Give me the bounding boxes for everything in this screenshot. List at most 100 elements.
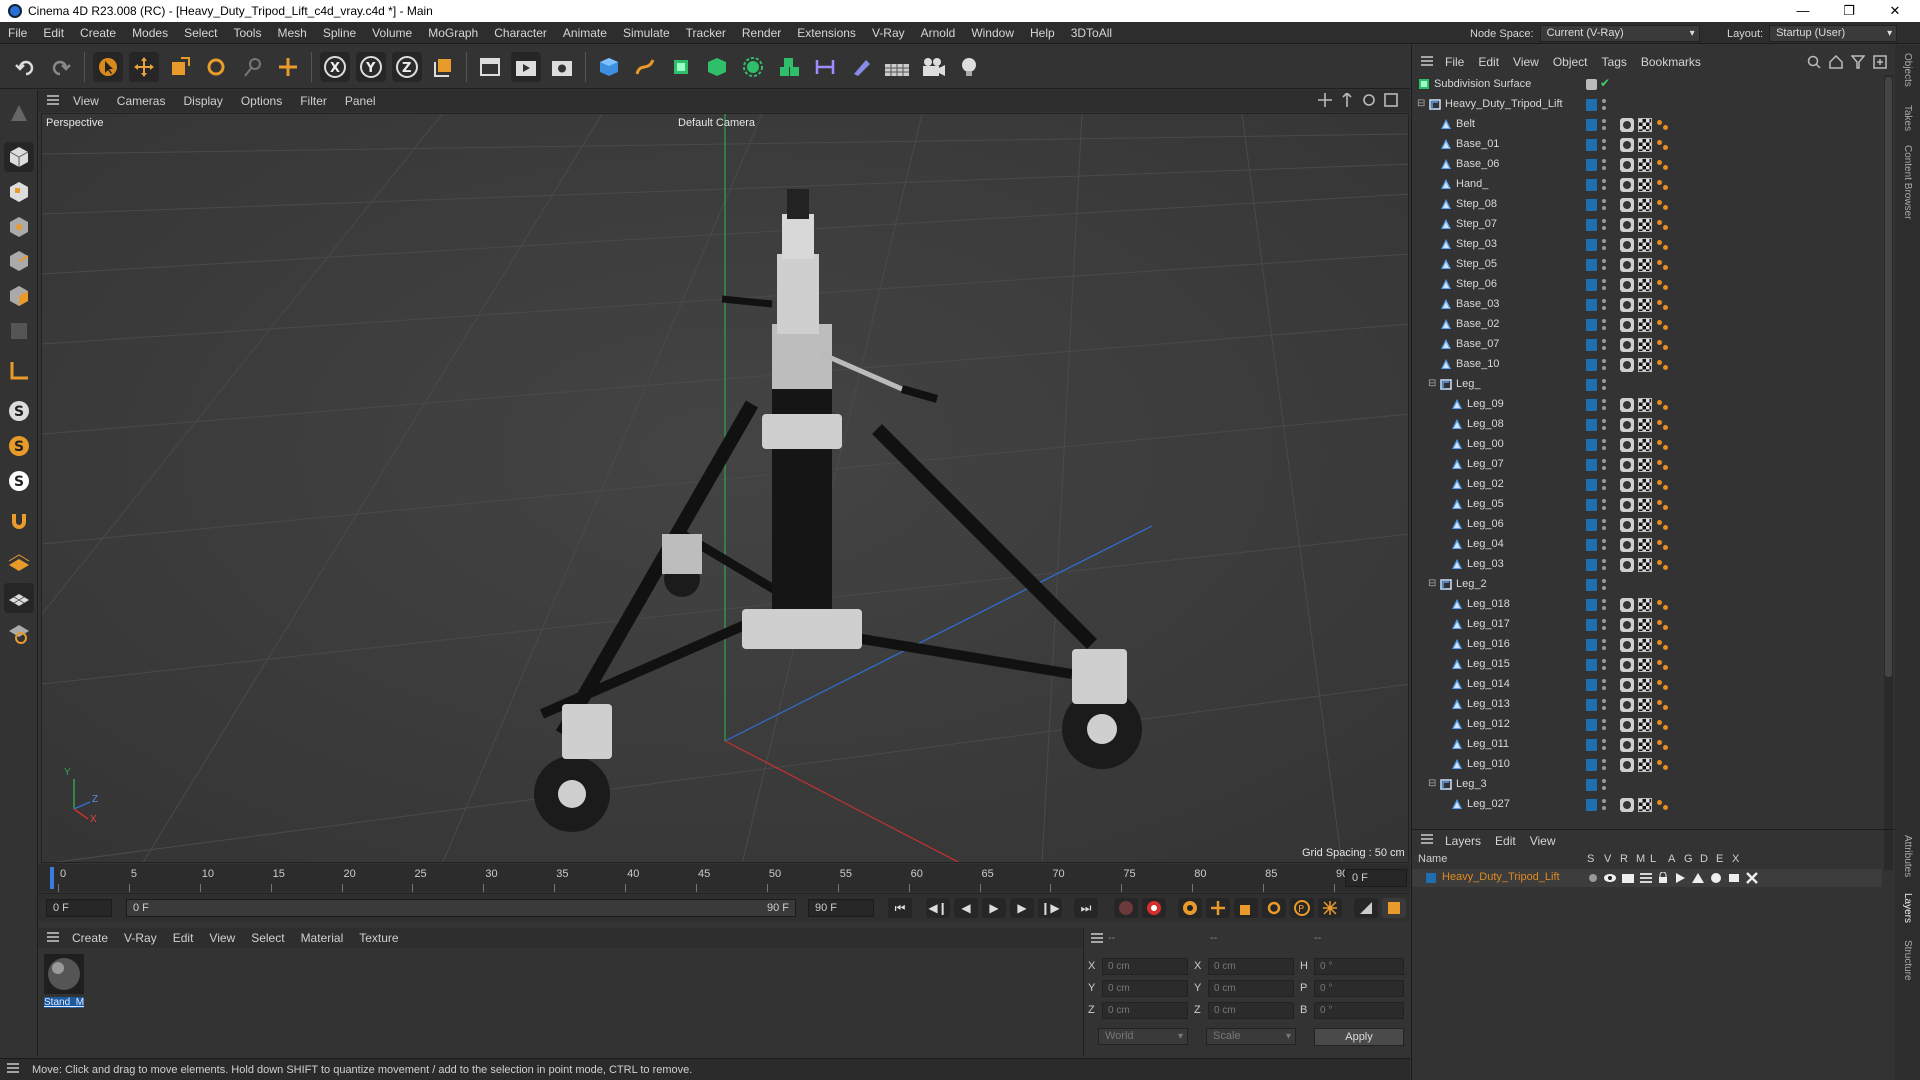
previous-key-button[interactable]: ◀❙ <box>926 898 950 918</box>
texture-tag-icon[interactable] <box>1638 558 1652 572</box>
visibility-dots-icon[interactable] <box>1602 258 1606 272</box>
end-frame-field[interactable]: 90 F <box>808 899 874 917</box>
phong-tag-icon[interactable] <box>1656 318 1670 332</box>
object-row[interactable]: Leg_027 <box>1412 795 1882 815</box>
menu-mograph[interactable]: MoGraph <box>420 26 486 40</box>
object-name[interactable]: Leg_00 <box>1467 438 1504 450</box>
viewport-menu-view[interactable]: View <box>64 94 108 108</box>
object-name[interactable]: Leg_05 <box>1467 498 1504 510</box>
object-row[interactable]: Leg_014 <box>1412 675 1882 695</box>
layer-color-swatch[interactable] <box>1586 639 1597 651</box>
phong-tag-icon[interactable] <box>1656 498 1670 512</box>
phong-tag-icon[interactable] <box>1656 738 1670 752</box>
layer-column-s[interactable]: S <box>1587 853 1594 865</box>
layer-color-swatch[interactable] <box>1586 679 1597 691</box>
visibility-dots-icon[interactable] <box>1602 618 1606 632</box>
tab-layers[interactable]: Layers <box>1902 893 1913 923</box>
object-name[interactable]: Base_10 <box>1456 358 1499 370</box>
layout-dropdown[interactable]: Startup (User) <box>1769 25 1898 42</box>
layer-color-swatch[interactable] <box>1586 799 1597 811</box>
object-row[interactable]: Leg_011 <box>1412 735 1882 755</box>
material-menu-select[interactable]: Select <box>243 931 292 945</box>
layer-column-l[interactable]: L <box>1650 853 1656 865</box>
object-name[interactable]: Leg_027 <box>1467 798 1510 810</box>
visibility-dots-icon[interactable] <box>1602 638 1606 652</box>
object-row[interactable]: Leg_03 <box>1412 555 1882 575</box>
texture-tag-icon[interactable] <box>1638 518 1652 532</box>
magnet-button[interactable] <box>4 506 34 536</box>
menu-file[interactable]: File <box>0 26 35 40</box>
timeline-ruler[interactable]: 0 5 10 15 20 25 30 35 40 45 50 55 60 65 70 75 80 85 90 0 F <box>38 864 1410 892</box>
layer-column-v[interactable]: V <box>1604 853 1611 865</box>
select-tool-button[interactable] <box>93 51 123 82</box>
object-tree-scrollbar[interactable] <box>1884 75 1893 870</box>
material-menu-create[interactable]: Create <box>64 931 116 945</box>
menu-render[interactable]: Render <box>734 26 789 40</box>
phong-tag-icon[interactable] <box>1656 598 1670 612</box>
light-button[interactable] <box>954 52 984 82</box>
phong-tag-icon[interactable] <box>1656 538 1670 552</box>
layer-color-swatch[interactable] <box>1586 119 1597 131</box>
layer-color-swatch[interactable] <box>1586 379 1597 391</box>
texture-tag-icon[interactable] <box>1638 278 1652 292</box>
previous-frame-button[interactable]: ◀ <box>954 898 978 918</box>
vray-tag-icon[interactable] <box>1620 218 1634 232</box>
visibility-dots-icon[interactable] <box>1602 238 1606 252</box>
object-name[interactable]: Leg_015 <box>1467 658 1510 670</box>
menu-3dtoall[interactable]: 3DToAll <box>1063 26 1120 40</box>
visibility-dots-icon[interactable] <box>1602 518 1606 532</box>
texture-tag-icon[interactable] <box>1638 438 1652 452</box>
layer-color-swatch[interactable] <box>1586 239 1597 251</box>
visibility-dots-icon[interactable] <box>1602 98 1606 112</box>
layer-color-swatch[interactable] <box>1586 279 1597 291</box>
minimize-button[interactable]: — <box>1780 0 1826 22</box>
object-row[interactable]: ⊟ Heavy_Duty_Tripod_Lift <box>1412 95 1882 115</box>
layer-color-swatch[interactable] <box>1586 339 1597 351</box>
render-settings-button[interactable] <box>547 52 577 82</box>
object-name[interactable]: Leg_3 <box>1456 778 1487 790</box>
object-name[interactable]: Leg_08 <box>1467 418 1504 430</box>
pan-view-icon[interactable] <box>1318 93 1332 107</box>
object-row[interactable]: Leg_012 <box>1412 715 1882 735</box>
vray-tag-icon[interactable] <box>1620 118 1634 132</box>
phong-tag-icon[interactable] <box>1656 278 1670 292</box>
menu-v-ray[interactable]: V-Ray <box>864 26 913 40</box>
coordinate-system-button[interactable] <box>428 52 458 82</box>
vray-tag-icon[interactable] <box>1620 678 1634 692</box>
camera-button[interactable] <box>918 52 948 82</box>
search-icon[interactable] <box>1807 55 1821 69</box>
phong-tag-icon[interactable] <box>1656 638 1670 652</box>
visibility-dots-icon[interactable] <box>1602 158 1606 172</box>
menu-edit[interactable]: Edit <box>35 26 72 40</box>
object-name[interactable]: Leg_010 <box>1467 758 1510 770</box>
menu-tools[interactable]: Tools <box>225 26 269 40</box>
expression-icon[interactable] <box>1727 872 1741 884</box>
pos-z-field[interactable]: 0 cm <box>1102 1002 1188 1019</box>
scale-tool-button[interactable] <box>165 52 195 82</box>
layer-color-swatch[interactable] <box>1586 619 1597 631</box>
texture-tag-icon[interactable] <box>1638 418 1652 432</box>
visibility-dots-icon[interactable] <box>1602 458 1606 472</box>
visibility-dots-icon[interactable] <box>1602 658 1606 672</box>
record-keys-button[interactable] <box>1114 898 1138 918</box>
snap-button[interactable]: S <box>4 396 34 426</box>
coord-mode-dropdown[interactable]: Scale <box>1206 1028 1296 1045</box>
enabled-check-icon[interactable]: ✔ <box>1600 76 1610 90</box>
status-menu-icon[interactable] <box>6 1062 20 1077</box>
size-x-field[interactable]: 0 cm <box>1208 958 1294 975</box>
object-row[interactable]: Base_02 <box>1412 315 1882 335</box>
vray-tag-icon[interactable] <box>1620 558 1634 572</box>
object-name[interactable]: Base_02 <box>1456 318 1499 330</box>
object-name[interactable]: Heavy_Duty_Tripod_Lift <box>1445 98 1563 110</box>
menu-spline[interactable]: Spline <box>315 26 364 40</box>
object-name[interactable]: Leg_07 <box>1467 458 1504 470</box>
visibility-dots-icon[interactable] <box>1602 738 1606 752</box>
visibility-dots-icon[interactable] <box>1602 398 1606 412</box>
vray-tag-icon[interactable] <box>1620 278 1634 292</box>
dolly-view-icon[interactable] <box>1340 93 1354 107</box>
home-icon[interactable] <box>1829 55 1843 69</box>
soft-selection-button[interactable]: S <box>4 431 34 461</box>
phong-tag-icon[interactable] <box>1656 178 1670 192</box>
texture-tag-icon[interactable] <box>1638 138 1652 152</box>
vray-tag-icon[interactable] <box>1620 298 1634 312</box>
